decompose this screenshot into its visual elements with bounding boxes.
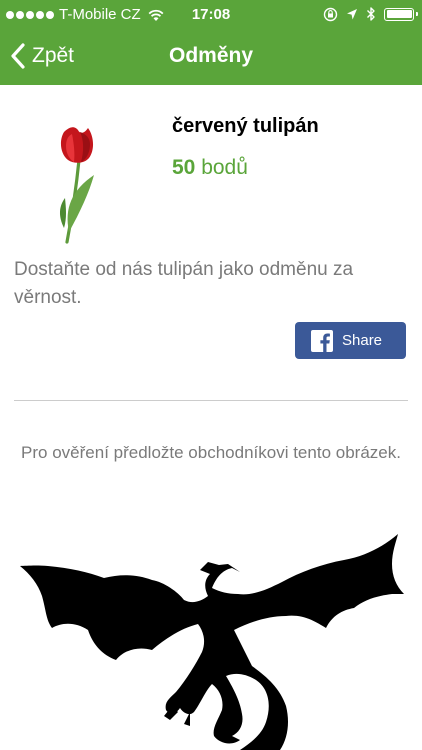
tulip-icon	[59, 127, 94, 244]
facebook-icon	[311, 329, 333, 352]
status-bar-right	[323, 6, 418, 22]
page-title: Odměny	[168, 44, 254, 67]
battery-full-icon	[384, 7, 418, 21]
status-bar: T-Mobile CZ 17:08	[0, 0, 422, 30]
bluetooth-icon	[367, 7, 375, 21]
dragon-silhouette-icon	[20, 534, 404, 750]
location-arrow-icon	[347, 8, 357, 19]
facebook-share-button[interactable]: Share	[295, 322, 406, 359]
navigation-bar: Zpět Odměny	[0, 30, 422, 85]
points-unit: bodů	[201, 156, 248, 179]
verification-instructions: Pro ověření předložte obchodníkovi tento…	[21, 443, 401, 462]
reward-points: 50 bodů	[172, 156, 248, 180]
divider	[14, 400, 408, 401]
reward-description: Dostaňte od nás tulipán jako odměnu za v…	[14, 259, 354, 308]
points-value: 50	[172, 156, 196, 179]
rotation-lock-icon	[323, 7, 338, 21]
share-button-label: Share	[342, 332, 383, 349]
reward-name: červený tulipán	[172, 115, 319, 137]
